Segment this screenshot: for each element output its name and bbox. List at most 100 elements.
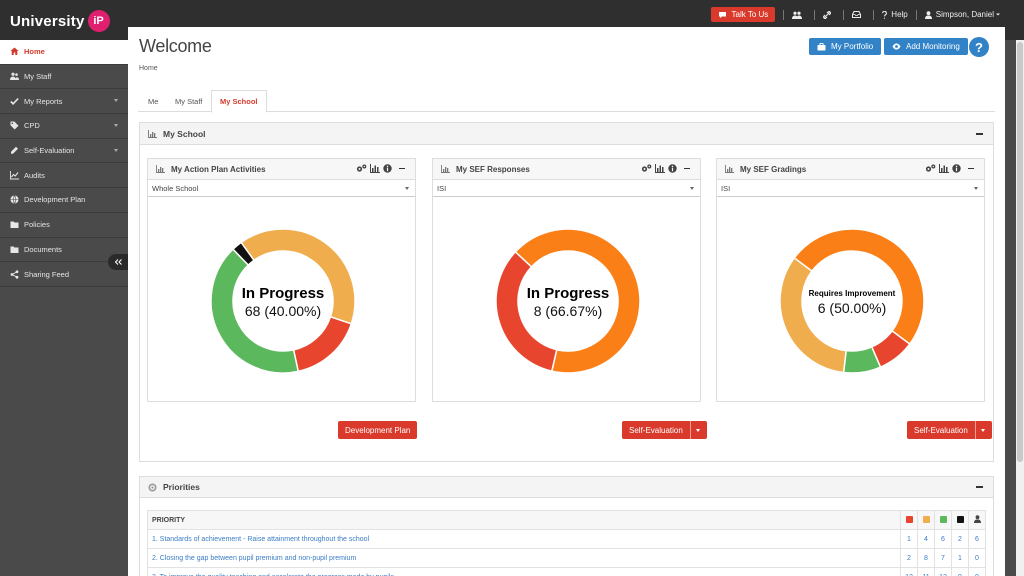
- priority-count[interactable]: 1: [900, 529, 918, 549]
- card-filter-select[interactable]: ISI: [717, 180, 984, 197]
- priority-count[interactable]: 1: [951, 548, 969, 568]
- cogs-icon[interactable]: [641, 164, 652, 173]
- sidebar-item-audits[interactable]: Audits: [0, 163, 128, 189]
- collapse-panel-icon[interactable]: [976, 133, 983, 135]
- sidebar-item-label: CPD: [24, 121, 40, 131]
- priority-name[interactable]: 1. Standards of achievement - Raise atta…: [147, 529, 901, 549]
- button-label: Development Plan: [345, 425, 411, 435]
- bullseye-icon: [148, 483, 157, 491]
- bar-chart-icon[interactable]: [939, 164, 949, 173]
- card-filter-select[interactable]: ISI: [433, 180, 700, 197]
- swatch-header-black: [951, 510, 969, 530]
- priority-name[interactable]: 2. Closing the gap between pupil premium…: [147, 548, 901, 568]
- priority-count[interactable]: 7: [934, 548, 952, 568]
- breadcrumb[interactable]: Home: [139, 65, 158, 72]
- dropdown-toggle[interactable]: [689, 421, 700, 439]
- sidebar-item-my-staff[interactable]: My Staff: [0, 65, 128, 90]
- priority-count[interactable]: 6: [934, 529, 952, 549]
- self-evaluation-button[interactable]: Self-Evaluation: [622, 421, 707, 439]
- sidebar-collapse-button[interactable]: [108, 254, 128, 270]
- page-scrollbar[interactable]: [1016, 40, 1024, 576]
- info-icon[interactable]: [952, 164, 961, 173]
- self-evaluation-button[interactable]: Self-Evaluation: [907, 421, 992, 439]
- priority-count[interactable]: 11: [917, 567, 935, 576]
- logo-text: University: [10, 12, 85, 30]
- priority-count[interactable]: 12: [934, 567, 952, 576]
- table-row[interactable]: 3. To improve the quality teaching and a…: [147, 567, 986, 576]
- info-icon[interactable]: [383, 164, 392, 173]
- cogs-icon[interactable]: [356, 164, 367, 173]
- sidebar-item-self-evaluation[interactable]: Self-Evaluation: [0, 139, 128, 164]
- share-icon: [10, 269, 19, 279]
- priority-count[interactable]: 0: [951, 567, 969, 576]
- collapse-panel-icon[interactable]: [976, 486, 983, 488]
- priority-count[interactable]: 6: [968, 529, 986, 549]
- chart-card: My SEF Gradings ISI Requires Improvement 6 …: [716, 158, 985, 402]
- bar-chart-icon[interactable]: [370, 164, 380, 173]
- development-plan-button[interactable]: Development Plan: [338, 421, 418, 439]
- card-filter-select[interactable]: Whole School: [148, 180, 415, 197]
- bar-chart-icon: [156, 165, 165, 173]
- priority-count[interactable]: 0: [968, 548, 986, 568]
- help-button[interactable]: ?: [969, 37, 989, 57]
- donut-chart[interactable]: Requires Improvement 6 (50.00%): [777, 226, 927, 376]
- inbox-icon[interactable]: [852, 11, 865, 18]
- bar-chart-icon: [725, 165, 734, 173]
- group-icon[interactable]: [792, 11, 806, 19]
- folder-icon: [10, 246, 19, 253]
- card-tools: [922, 164, 974, 173]
- briefcase-icon: [817, 42, 826, 50]
- sidebar-item-label: Development Plan: [24, 195, 86, 205]
- sidebar-item-my-reports[interactable]: My Reports: [0, 89, 128, 115]
- add-monitoring-button[interactable]: Add Monitoring: [884, 38, 968, 55]
- priority-count[interactable]: 0: [968, 567, 986, 576]
- priority-count[interactable]: 12: [900, 567, 918, 576]
- link-icon[interactable]: [823, 10, 835, 19]
- divider: [843, 9, 845, 20]
- collapse-card-icon[interactable]: [684, 167, 690, 170]
- dropdown-toggle[interactable]: [974, 421, 985, 439]
- info-icon[interactable]: [668, 164, 677, 173]
- table-row[interactable]: 2. Closing the gap between pupil premium…: [147, 548, 986, 568]
- help-label: Help: [891, 10, 908, 19]
- my-school-title: My School: [163, 128, 206, 139]
- sidebar-item-cpd[interactable]: CPD: [0, 114, 128, 139]
- priority-count[interactable]: 2: [951, 529, 969, 549]
- donut-slice[interactable]: [793, 228, 925, 346]
- logo[interactable]: University iP: [10, 10, 110, 32]
- priority-name[interactable]: 3. To improve the quality teaching and a…: [147, 567, 901, 576]
- sidebar-item-development-plan[interactable]: Development Plan: [0, 188, 128, 213]
- card-filter-value: ISI: [721, 183, 731, 193]
- bar-chart-icon[interactable]: [655, 164, 665, 173]
- collapse-card-icon[interactable]: [968, 167, 974, 170]
- donut-slice[interactable]: [292, 315, 353, 373]
- tab-my-school[interactable]: My School: [211, 90, 267, 113]
- eye-icon: [892, 43, 901, 50]
- sidebar: Home My Staff My Reports CPD Self-Evaluation…: [0, 40, 128, 576]
- tab-me[interactable]: Me: [148, 90, 158, 112]
- chart-card: My SEF Responses ISI In Progress 8 (66.67%): [432, 158, 701, 402]
- bar-chart-icon: [148, 129, 157, 138]
- users-icon: [10, 72, 19, 81]
- my-portfolio-button[interactable]: My Portfolio: [809, 38, 882, 55]
- talk-to-us-button[interactable]: Talk To Us: [710, 7, 776, 22]
- priority-count[interactable]: 4: [917, 529, 935, 549]
- card-filter-value: ISI: [437, 183, 447, 193]
- donut-chart[interactable]: In Progress8 (66.67%): [493, 226, 643, 376]
- table-row[interactable]: 1. Standards of achievement - Raise atta…: [147, 529, 986, 549]
- priority-count[interactable]: 8: [917, 548, 935, 568]
- top-nav: Talk To Us Help Simpson, Daniel: [710, 7, 1006, 22]
- collapse-card-icon[interactable]: [399, 167, 405, 170]
- sidebar-item-policies[interactable]: Policies: [0, 213, 128, 238]
- user-menu[interactable]: Simpson, Daniel: [924, 10, 1006, 19]
- sidebar-item-home[interactable]: Home: [0, 40, 128, 65]
- tab-my-staff[interactable]: My Staff: [175, 90, 202, 112]
- help-link[interactable]: Help: [882, 10, 908, 19]
- talk-to-us-label: Talk To Us: [731, 10, 769, 19]
- donut-chart[interactable]: In Progress68 (40.00%): [208, 226, 358, 376]
- priority-count[interactable]: 2: [900, 548, 918, 568]
- cogs-icon[interactable]: [925, 164, 936, 173]
- donut-center-label: In Progress: [242, 285, 325, 302]
- chat-icon: [718, 11, 726, 18]
- scrollbar-thumb[interactable]: [1017, 42, 1023, 462]
